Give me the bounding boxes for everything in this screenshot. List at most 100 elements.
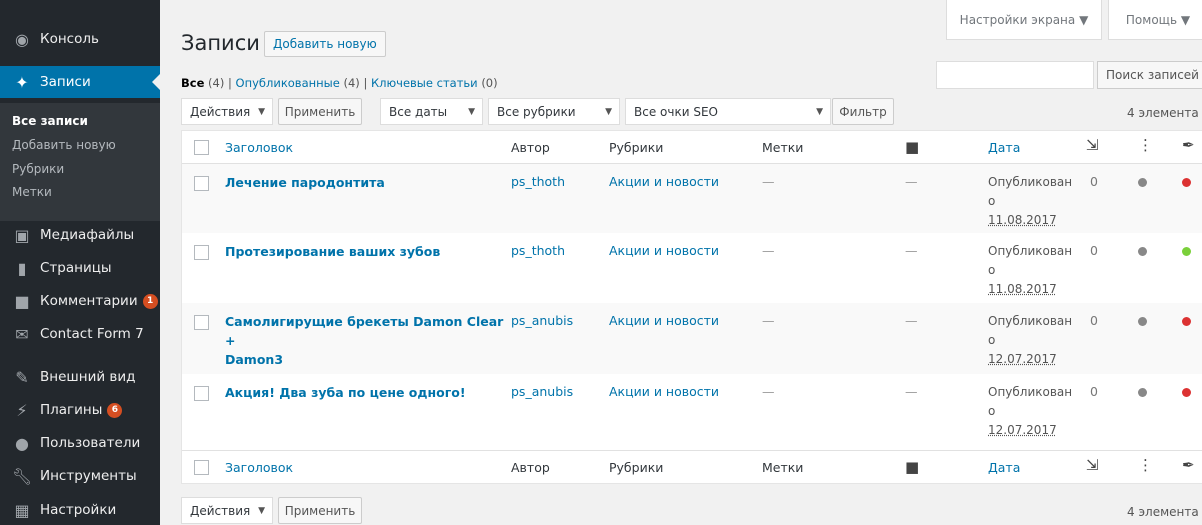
post-title-link[interactable]: Самолигирущие брекеты Damon Clear + Damo… [225,312,505,369]
date-filter-select[interactable]: Все даты ▼ [380,98,483,125]
view-sticky-count: (0) [481,76,498,90]
menu-dashboard[interactable]: ◉ Консоль [0,23,160,55]
search-input[interactable] [936,61,1094,89]
menu-label: Плагины [40,402,103,418]
page-title: Записи [181,31,260,55]
menu-label: Медиафайлы [40,227,135,243]
post-comments: — [905,384,918,399]
submenu-all-posts[interactable]: Все записи [12,114,88,128]
menu-appearance[interactable]: ✎ Внешний вид [0,361,160,393]
separator: | [363,76,368,90]
post-comments: — [905,313,918,328]
add-new-button[interactable]: Добавить новую [264,31,386,57]
menu-plugins[interactable]: ⚡ Плагины 6 [0,394,160,426]
col-date-header[interactable]: Дата [988,140,1020,155]
category-filter-select[interactable]: Все рубрики ▼ [488,98,620,125]
incoming-links-count: 0 [1090,243,1098,258]
row-checkbox[interactable] [194,245,209,260]
menu-label: Записи [40,74,91,90]
row-checkbox[interactable] [194,315,209,330]
post-author-link[interactable]: ps_thoth [511,174,565,189]
comment-icon[interactable]: ■ [905,458,919,476]
screen-options-tab[interactable]: Настройки экрана ▼ [946,0,1102,40]
post-date: Опубликован о 11.08.2017 [988,173,1072,230]
menu-tools[interactable]: 🔧︎ Инструменты [0,460,160,492]
items-count-bottom: 4 элемента [1127,505,1199,519]
col-tags-header: Метки [762,140,804,155]
post-title-link[interactable]: Лечение пародонтита [225,173,495,192]
seo-score-icon: ⋮ [1138,456,1153,474]
bulk-actions-value: Действия [190,503,251,518]
view-sticky-link[interactable]: Ключевые статьи [371,76,478,90]
col-categories-footer: Рубрики [609,460,664,475]
table-row: Лечение пародонтита ps_thoth Акции и нов… [182,164,1202,233]
col-title-header[interactable]: Заголовок [225,140,293,155]
apply-button-bottom[interactable]: Применить [278,497,362,524]
incoming-links-count: 0 [1090,313,1098,328]
menu-users[interactable]: ● Пользователи [0,427,160,459]
row-checkbox[interactable] [194,386,209,401]
bulk-actions-select[interactable]: Действия ▼ [181,98,273,125]
comment-icon[interactable]: ■ [905,138,919,156]
incoming-links-icon: ⇲ [1086,456,1099,474]
filter-button[interactable]: Фильтр [832,98,894,125]
post-date: Опубликован о 12.07.2017 [988,312,1072,369]
select-all-checkbox[interactable] [194,460,209,475]
table-row: Протезирование ваших зубов ps_thoth Акци… [182,233,1202,303]
post-tags: — [762,174,775,189]
post-status: Опубликован [988,244,1073,258]
users-icon: ● [15,433,29,453]
post-status: Опубликован [988,314,1073,328]
wrench-icon: 🔧︎ [11,466,33,486]
post-date-value: 12.07.2017 [988,423,1057,437]
post-title-link[interactable]: Акция! Два зуба по цене одного! [225,383,495,402]
menu-comments[interactable]: ■ Комментарии 1 [0,285,160,317]
post-title-link[interactable]: Протезирование ваших зубов [225,242,495,261]
post-category-link[interactable]: Акции и новости [609,313,719,328]
posts-submenu: Все записи Добавить новую Рубрики Метки [0,103,160,221]
post-author-link[interactable]: ps_thoth [511,243,565,258]
view-all-count: (4) [208,76,225,90]
submenu-add-new[interactable]: Добавить новую [12,138,116,152]
post-status-cont: о [988,194,996,208]
row-checkbox[interactable] [194,176,209,191]
post-status-cont: о [988,404,996,418]
post-status: Опубликован [988,175,1073,189]
post-title-line: Самолигирущие брекеты Damon Clear + [225,314,504,348]
menu-label: Внешний вид [40,369,136,385]
post-category-link[interactable]: Акции и новости [609,174,719,189]
admin-sidebar: ◉ Консоль ✦ Записи Все записи Добавить н… [0,0,160,525]
post-category-link[interactable]: Акции и новости [609,384,719,399]
incoming-links-count: 0 [1090,384,1098,399]
menu-posts[interactable]: ✦ Записи [0,66,160,98]
post-author-link[interactable]: ps_anubis [511,313,573,328]
post-author-link[interactable]: ps_anubis [511,384,573,399]
post-title-line: Damon3 [225,352,284,367]
select-all-checkbox[interactable] [194,140,209,155]
view-all-link[interactable]: Все [181,76,204,90]
col-title-footer[interactable]: Заголовок [225,460,293,475]
settings-icon: ▦ [14,500,30,520]
chevron-down-icon: ▼ [258,505,265,516]
help-tab[interactable]: Помощь ▼ [1108,0,1202,40]
submenu-categories[interactable]: Рубрики [12,162,64,176]
menu-pages[interactable]: ▮ Страницы [0,252,160,284]
post-comments: — [905,174,918,189]
view-published-link[interactable]: Опубликованные [236,76,340,90]
col-date-footer[interactable]: Дата [988,460,1020,475]
seo-filter-select[interactable]: Все очки SEO ▼ [625,98,831,125]
seo-score-icon: ⋮ [1138,136,1153,154]
search-posts-button[interactable]: Поиск записей [1097,61,1202,89]
col-tags-footer: Метки [762,460,804,475]
menu-settings[interactable]: ▦ Настройки [0,494,160,525]
apply-button[interactable]: Применить [278,98,362,125]
items-count: 4 элемента [1127,106,1199,120]
menu-media[interactable]: ▣ Медиафайлы [0,219,160,251]
menu-contact-form[interactable]: ✉ Contact Form 7 [0,318,160,350]
submenu-tags[interactable]: Метки [12,185,52,199]
menu-label: Консоль [40,31,99,47]
menu-label: Комментарии [40,293,138,309]
bulk-actions-select-bottom[interactable]: Действия ▼ [181,497,273,524]
post-category-link[interactable]: Акции и новости [609,243,719,258]
menu-label: Contact Form 7 [40,326,144,342]
